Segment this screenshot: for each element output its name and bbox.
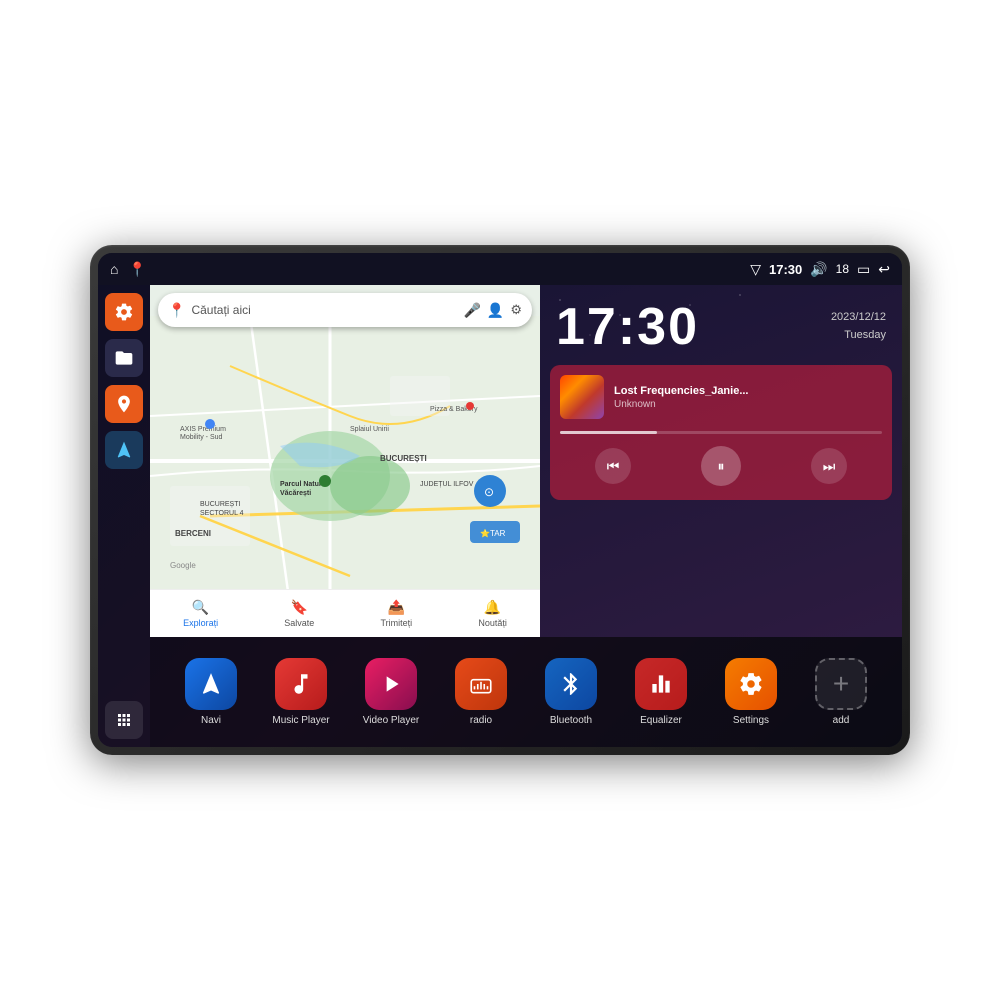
equalizer-label: Equalizer bbox=[640, 715, 682, 726]
svg-text:⭐TAR: ⭐TAR bbox=[480, 528, 506, 538]
battery-icon: ▭ bbox=[857, 261, 870, 278]
app-settings[interactable]: Settings bbox=[716, 658, 786, 726]
app-bluetooth[interactable]: Bluetooth bbox=[536, 658, 606, 726]
status-time: 17:30 bbox=[769, 262, 802, 277]
map-svg: AXIS Premium Mobility - Sud Parcul Natur… bbox=[150, 285, 540, 637]
maps-icon[interactable]: 📍 bbox=[128, 261, 145, 278]
send-icon: 📤 bbox=[388, 599, 405, 616]
svg-text:⊙: ⊙ bbox=[484, 485, 494, 499]
svg-text:Google: Google bbox=[170, 561, 196, 570]
svg-text:BUCUREȘTI: BUCUREȘTI bbox=[200, 501, 241, 508]
app-add[interactable]: + add bbox=[806, 658, 876, 726]
app-video-player[interactable]: Video Player bbox=[356, 658, 426, 726]
map-send-button[interactable]: 📤 Trimiteți bbox=[381, 599, 413, 628]
music-card: Lost Frequencies_Janie... Unknown ⏮ ⏸ ⏭ bbox=[550, 365, 892, 500]
video-icon bbox=[365, 658, 417, 710]
saved-label: Salvate bbox=[284, 618, 314, 628]
radio-label: radio bbox=[470, 715, 492, 726]
sidebar-nav-button[interactable] bbox=[105, 431, 143, 469]
clock-date-value: 2023/12/12 bbox=[831, 309, 886, 327]
saved-icon: 🔖 bbox=[291, 599, 308, 616]
sidebar-map-button[interactable] bbox=[105, 385, 143, 423]
svg-text:BUCUREȘTI: BUCUREȘTI bbox=[380, 454, 427, 463]
main-area: 📍 Căutați aici 🎤 👤 ⚙ bbox=[98, 285, 902, 747]
google-maps-pin-icon: 📍 bbox=[168, 302, 185, 319]
music-progress-bar[interactable] bbox=[560, 431, 882, 434]
battery-level: 18 bbox=[836, 262, 849, 276]
device-screen: ⌂ 📍 ▽ 17:30 🔊 18 ▭ ↩ bbox=[98, 253, 902, 747]
music-progress-fill bbox=[560, 431, 657, 434]
info-panel: 17:30 2023/12/12 Tuesday bbox=[540, 285, 902, 637]
bluetooth-icon bbox=[545, 658, 597, 710]
svg-text:SECTORUL 4: SECTORUL 4 bbox=[200, 510, 244, 517]
svg-text:JUDEȚUL ILFOV: JUDEȚUL ILFOV bbox=[420, 481, 474, 488]
prev-track-button[interactable]: ⏮ bbox=[595, 448, 631, 484]
music-artist: Unknown bbox=[614, 399, 882, 410]
mic-icon[interactable]: 🎤 bbox=[463, 302, 480, 319]
pause-button[interactable]: ⏸ bbox=[701, 446, 741, 486]
map-search-bar[interactable]: 📍 Căutați aici 🎤 👤 ⚙ bbox=[158, 293, 532, 327]
add-label: add bbox=[833, 715, 850, 726]
next-track-button[interactable]: ⏭ bbox=[811, 448, 847, 484]
navi-icon bbox=[185, 658, 237, 710]
news-icon: 🔔 bbox=[484, 599, 501, 616]
svg-text:AXIS Premium: AXIS Premium bbox=[180, 426, 226, 433]
album-art-image bbox=[560, 375, 604, 419]
car-head-unit: ⌂ 📍 ▽ 17:30 🔊 18 ▭ ↩ bbox=[90, 245, 910, 755]
status-bar: ⌂ 📍 ▽ 17:30 🔊 18 ▭ ↩ bbox=[98, 253, 902, 285]
volume-icon: 🔊 bbox=[810, 261, 827, 278]
album-art bbox=[560, 375, 604, 419]
sidebar bbox=[98, 285, 150, 747]
bluetooth-label: Bluetooth bbox=[550, 715, 592, 726]
map-saved-button[interactable]: 🔖 Salvate bbox=[284, 599, 314, 628]
sidebar-folder-button[interactable] bbox=[105, 339, 143, 377]
send-label: Trimiteți bbox=[381, 618, 413, 628]
navi-label: Navi bbox=[201, 715, 221, 726]
top-split: 📍 Căutați aici 🎤 👤 ⚙ bbox=[150, 285, 902, 637]
back-icon[interactable]: ↩ bbox=[878, 261, 890, 278]
music-metadata: Lost Frequencies_Janie... Unknown bbox=[614, 385, 882, 410]
map-explore-button[interactable]: 🔍 Explorați bbox=[183, 599, 218, 628]
music-label: Music Player bbox=[272, 715, 329, 726]
explore-icon: 🔍 bbox=[192, 599, 209, 616]
video-label: Video Player bbox=[363, 715, 420, 726]
map-bottom-bar: 🔍 Explorați 🔖 Salvate 📤 Trimiteți bbox=[150, 589, 540, 637]
music-icon bbox=[275, 658, 327, 710]
music-title: Lost Frequencies_Janie... bbox=[614, 385, 882, 397]
content-area: 📍 Căutați aici 🎤 👤 ⚙ bbox=[150, 285, 902, 747]
home-icon[interactable]: ⌂ bbox=[110, 261, 118, 277]
map-search-input[interactable]: Căutați aici bbox=[191, 303, 457, 317]
radio-icon bbox=[455, 658, 507, 710]
app-radio[interactable]: radio bbox=[446, 658, 516, 726]
app-navi[interactable]: Navi bbox=[176, 658, 246, 726]
status-left: ⌂ 📍 bbox=[110, 261, 146, 278]
svg-text:Mobility - Sud: Mobility - Sud bbox=[180, 434, 223, 441]
equalizer-icon bbox=[635, 658, 687, 710]
account-icon[interactable]: 👤 bbox=[487, 302, 504, 319]
wifi-icon: ▽ bbox=[750, 261, 761, 278]
map-news-button[interactable]: 🔔 Noutăți bbox=[478, 599, 507, 628]
settings-label: Settings bbox=[733, 715, 769, 726]
svg-text:Splaiul Unirii: Splaiul Unirii bbox=[350, 426, 389, 433]
settings-app-icon bbox=[725, 658, 777, 710]
clock-time: 17:30 bbox=[556, 301, 699, 353]
news-label: Noutăți bbox=[478, 618, 507, 628]
add-icon: + bbox=[815, 658, 867, 710]
clock-area: 17:30 2023/12/12 Tuesday bbox=[540, 285, 902, 361]
music-info-top: Lost Frequencies_Janie... Unknown bbox=[560, 375, 882, 419]
apps-area: Navi Music Player Video Player bbox=[150, 637, 902, 747]
explore-label: Explorați bbox=[183, 618, 218, 628]
clock-date: 2023/12/12 Tuesday bbox=[831, 309, 886, 344]
music-controls: ⏮ ⏸ ⏭ bbox=[560, 442, 882, 490]
map-area[interactable]: 📍 Căutați aici 🎤 👤 ⚙ bbox=[150, 285, 540, 637]
svg-text:Văcărești: Văcărești bbox=[280, 490, 311, 497]
sidebar-apps-button[interactable] bbox=[105, 701, 143, 739]
sidebar-settings-button[interactable] bbox=[105, 293, 143, 331]
app-music-player[interactable]: Music Player bbox=[266, 658, 336, 726]
status-right: ▽ 17:30 🔊 18 ▭ ↩ bbox=[750, 261, 890, 278]
settings-icon[interactable]: ⚙ bbox=[510, 302, 522, 318]
svg-text:BERCENI: BERCENI bbox=[175, 529, 211, 538]
app-equalizer[interactable]: Equalizer bbox=[626, 658, 696, 726]
clock-day-value: Tuesday bbox=[831, 327, 886, 345]
